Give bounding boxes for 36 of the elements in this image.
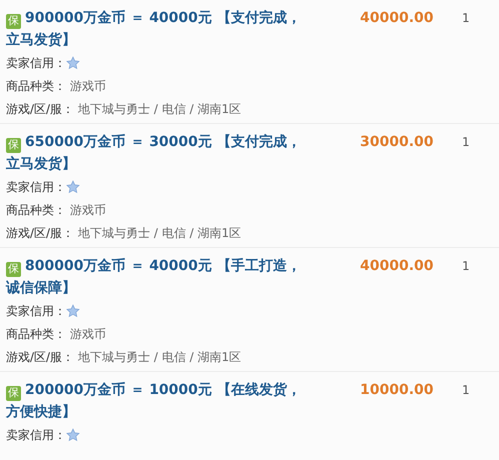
quantity: 1 [462, 258, 470, 275]
price: 40000.00 [360, 9, 435, 28]
field-value: 地下城与勇士 / 电信 / 湖南1区 [78, 349, 242, 366]
star-icon [66, 304, 80, 318]
guarantee-badge: 保 [6, 138, 21, 152]
listing-title[interactable]: 保 800000万金币 ＝ 40000元 【手工打造，诚信保障】 [6, 255, 306, 299]
field-label: 商品种类： [6, 326, 66, 343]
field-label: 商品种类： [6, 78, 66, 95]
guarantee-badge: 保 [6, 262, 21, 276]
field-label: 卖家信用： [6, 427, 66, 444]
field-value: 游戏币 [70, 326, 106, 343]
guarantee-badge: 保 [6, 386, 21, 400]
field-value: 地下城与勇士 / 电信 / 湖南1区 [78, 225, 242, 242]
field-label: 游戏/区/服： [6, 349, 74, 366]
field-label: 游戏/区/服： [6, 225, 74, 242]
listing-title[interactable]: 保 900000万金币 ＝ 40000元 【支付完成，立马发货】 [6, 7, 306, 51]
star-icon [66, 180, 80, 194]
field-label: 卖家信用： [6, 303, 66, 320]
field-label: 商品种类： [6, 202, 66, 219]
field-value: 游戏币 [70, 78, 106, 95]
field-label: 卖家信用： [6, 179, 66, 196]
star-icon [66, 428, 80, 442]
listing-title[interactable]: 保 650000万金币 ＝ 30000元 【支付完成，立马发货】 [6, 131, 306, 175]
quantity: 1 [462, 382, 470, 399]
field-value: 地下城与勇士 / 电信 / 湖南1区 [78, 101, 242, 118]
quantity: 1 [462, 10, 470, 27]
price: 10000.00 [360, 381, 435, 400]
field-value: 游戏币 [70, 202, 106, 219]
price: 30000.00 [360, 133, 435, 152]
price: 40000.00 [360, 257, 435, 276]
quantity: 1 [462, 134, 470, 151]
guarantee-badge: 保 [6, 14, 21, 28]
field-label: 游戏/区/服： [6, 101, 74, 118]
field-label: 卖家信用： [6, 55, 66, 72]
listing-title[interactable]: 保 200000万金币 ＝ 10000元 【在线发货，方便快捷】 [6, 379, 306, 423]
star-icon [66, 56, 80, 70]
